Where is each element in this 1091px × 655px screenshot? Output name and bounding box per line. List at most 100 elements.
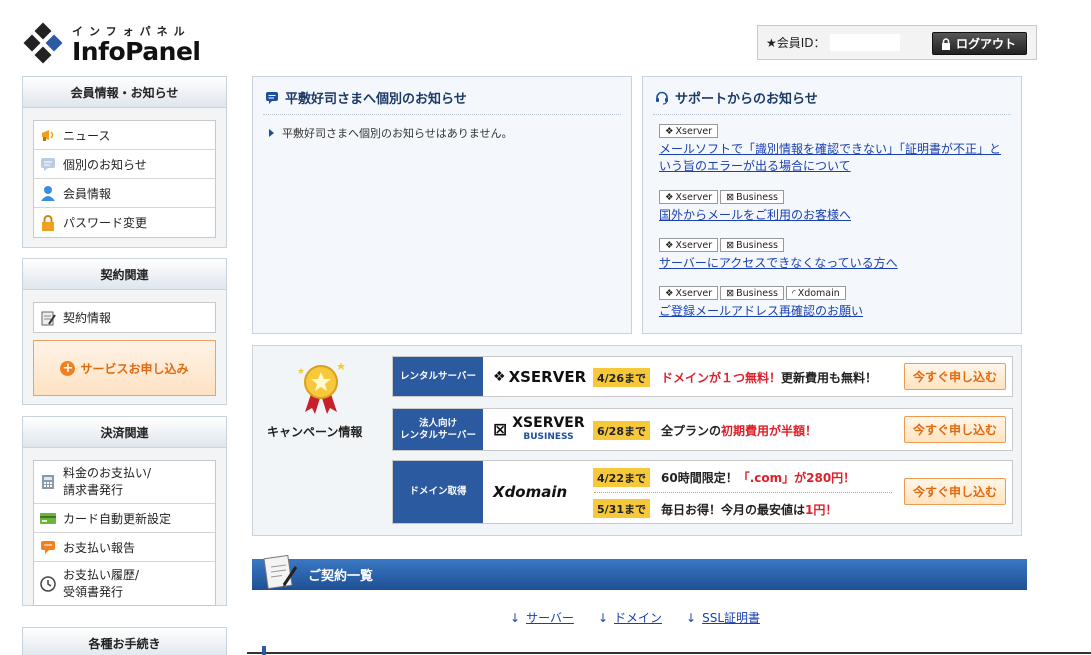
lock-icon xyxy=(42,214,54,231)
contract-icon xyxy=(41,311,56,325)
campaign-promo: 毎日お得！今月の最安値は1円！ xyxy=(661,503,838,517)
user-icon xyxy=(41,186,55,201)
logout-button[interactable]: ログアウト xyxy=(931,32,1027,55)
arrow-down-icon: ↓ xyxy=(510,610,521,625)
tag-business: ⊠ Business xyxy=(720,238,784,252)
sidebar-item-news[interactable]: ニュース xyxy=(34,121,215,150)
section-marker xyxy=(262,646,266,655)
contract-list-header: ご契約一覧 xyxy=(252,554,1027,590)
campaign-panel: キャンペーン情報 レンタルサーバー ❖ XSERVER 4/26まで ドメインが… xyxy=(252,345,1022,536)
sidebar-member-section: 会員情報・お知らせ ニュース 個別のお知らせ 会員情報 パスワード変更 xyxy=(22,76,227,248)
member-id-value xyxy=(829,34,900,51)
campaign-row-xserver: レンタルサーバー ❖ XSERVER 4/26まで ドメインが１つ無料！更新費用… xyxy=(392,356,1013,397)
headset-icon xyxy=(656,91,668,105)
arrow-down-icon: ↓ xyxy=(597,610,609,625)
sidebar-item-personal-notice[interactable]: 個別のお知らせ xyxy=(34,150,215,179)
contract-list-title: ご契約一覧 xyxy=(308,569,374,584)
divider xyxy=(247,652,1091,654)
campaign-category: 法人向け レンタルサーバー xyxy=(393,409,483,450)
sidebar-item-label: ニュース xyxy=(63,128,111,143)
sidebar-item-label: 請求書発行 xyxy=(63,483,124,497)
sidebar-member-title: 会員情報・お知らせ xyxy=(23,77,226,108)
card-icon xyxy=(40,513,56,524)
member-id-label: ★会員ID： xyxy=(766,36,826,50)
support-link[interactable]: 国外からメールをご利用のお客様へ xyxy=(659,207,851,224)
sidebar-payment-section: 決済関連 料金のお支払い/ 請求書発行 カード自動更新設定 お支払い報告 お支払… xyxy=(22,416,227,606)
tag-xdomain: ◜ Xdomain xyxy=(786,286,846,300)
sidebar-item-label: お支払い履歴/ xyxy=(63,567,140,582)
apply-now-button[interactable]: 今すぐ申し込む xyxy=(904,416,1006,443)
support-item: ❖ Xserver ⊠ Business 国外からメールをご利用のお客様へ xyxy=(659,190,851,224)
logo-name: InfoPanel xyxy=(72,37,201,66)
lock-icon xyxy=(941,37,950,50)
clock-icon xyxy=(40,575,56,592)
apply-now-button[interactable]: 今すぐ申し込む xyxy=(904,478,1006,505)
xserver-business-logo: ⊠ XSERVER BUSINESS xyxy=(493,414,585,442)
service-apply-label: サービスお申し込み xyxy=(80,361,189,376)
tag-business: ⊠ Business xyxy=(720,190,784,204)
divider xyxy=(594,492,892,493)
sidebar-item-payment-history[interactable]: お支払い履歴/ 受領書発行 xyxy=(34,562,215,605)
triangle-bullet-icon xyxy=(269,129,274,137)
apply-now-button[interactable]: 今すぐ申し込む xyxy=(904,363,1006,390)
jump-link-server[interactable]: ↓ サーバー xyxy=(510,609,574,626)
chat-icon xyxy=(41,541,55,554)
campaign-date-badge: 6/28まで xyxy=(593,421,650,440)
sidebar-item-label: 料金のお支払い/ xyxy=(63,466,152,480)
campaign-label: キャンペーン情報 xyxy=(267,425,363,439)
contract-jump-links: ↓ サーバー ↓ ドメイン ↓ SSL証明書 xyxy=(510,609,760,626)
support-item: ❖ Xserver ⊠ Business ◜ Xdomain ご登録メールアドレス再確… xyxy=(659,286,863,320)
support-link[interactable]: メールソフトで「識別情報を確認できない」「証明書が不正」という旨のエラーが出る場… xyxy=(659,141,1011,175)
service-apply-button[interactable]: + サービスお申し込み xyxy=(33,340,216,396)
sidebar-item-label: カード自動更新設定 xyxy=(63,511,172,526)
sidebar-item-contract-info[interactable]: 契約情報 xyxy=(34,303,215,332)
logo-diamond-icon xyxy=(22,22,64,65)
tag-xserver: ❖ Xserver xyxy=(659,124,719,138)
plus-icon: + xyxy=(60,360,76,376)
sidebar-item-member-info[interactable]: 会員情報 xyxy=(34,179,215,208)
xdomain-logo: Xdomain xyxy=(493,483,568,501)
medal-icon xyxy=(298,362,345,414)
campaign-promo: 60時間限定！「.com」が280円！ xyxy=(661,471,856,485)
sidebar-payment-title: 決済関連 xyxy=(23,417,226,448)
infopanel-logo[interactable]: インフォパネル InfoPanel xyxy=(22,20,201,68)
support-item: ❖ Xserver メールソフトで「識別情報を確認できない」「証明書が不正」という… xyxy=(659,124,1011,175)
support-link[interactable]: ご登録メールアドレス再確認のお願い xyxy=(659,303,863,320)
message-icon xyxy=(41,158,55,171)
personal-notice-panel: 平敷好司さまへ個別のお知らせ 平敷好司さまへ個別のお知らせはありません。 xyxy=(252,76,632,334)
logout-label: ログアウト xyxy=(955,37,1016,51)
personal-notice-message: 平敷好司さまへ個別のお知らせはありません。 xyxy=(282,127,513,140)
campaign-promo: ドメインが１つ無料！更新費用も無料！ xyxy=(661,371,878,385)
arrow-down-icon: ↓ xyxy=(686,610,697,625)
sidebar-item-payment-report[interactable]: お支払い報告 xyxy=(34,533,215,562)
sidebar-contract-title: 契約関連 xyxy=(23,259,226,290)
campaign-row-xserver-business: 法人向け レンタルサーバー ⊠ XSERVER BUSINESS 6/28まで 全… xyxy=(392,408,1013,451)
tag-business: ⊠ Business xyxy=(720,286,784,300)
support-notice-panel: サポートからのお知らせ ❖ Xserver メールソフトで「識別情報を確認できない… xyxy=(642,76,1022,334)
campaign-promo: 全プランの初期費用が半額！ xyxy=(661,424,818,438)
sidebar-procedures-title: 各種お手続き xyxy=(23,628,226,655)
sidebar-item-label: パスワード変更 xyxy=(63,216,148,230)
sidebar-item-payment-invoice[interactable]: 料金のお支払い/ 請求書発行 xyxy=(34,461,215,504)
tag-xserver: ❖ Xserver xyxy=(659,286,719,300)
campaign-date-badge: 4/26まで xyxy=(593,368,650,387)
sidebar-item-label: 契約情報 xyxy=(63,311,112,325)
sidebar-item-label: 受領書発行 xyxy=(63,584,124,599)
support-link[interactable]: サーバーにアクセスできなくなっている方へ xyxy=(659,255,898,272)
sidebar-item-password-change[interactable]: パスワード変更 xyxy=(34,208,215,237)
notice-icon xyxy=(266,91,278,104)
jump-link-domain[interactable]: ↓ ドメイン xyxy=(598,609,662,626)
tag-xserver: ❖ Xserver xyxy=(659,238,719,252)
calculator-icon xyxy=(42,475,54,489)
campaign-category: レンタルサーバー xyxy=(393,357,483,396)
sidebar-item-label: お支払い報告 xyxy=(63,540,136,555)
xserver-logo: ❖ XSERVER xyxy=(493,367,587,386)
support-notice-title: サポートからのお知らせ xyxy=(675,92,818,107)
campaign-date-badge: 4/22まで xyxy=(593,468,650,487)
divider xyxy=(263,114,621,115)
sidebar-contract-section: 契約関連 契約情報 + サービスお申し込み xyxy=(22,258,227,405)
sidebar-item-label: 個別のお知らせ xyxy=(63,157,147,172)
jump-link-ssl[interactable]: ↓ SSL証明書 xyxy=(686,609,760,626)
contract-document-icon xyxy=(263,554,298,590)
sidebar-item-card-auto-renew[interactable]: カード自動更新設定 xyxy=(34,504,215,533)
